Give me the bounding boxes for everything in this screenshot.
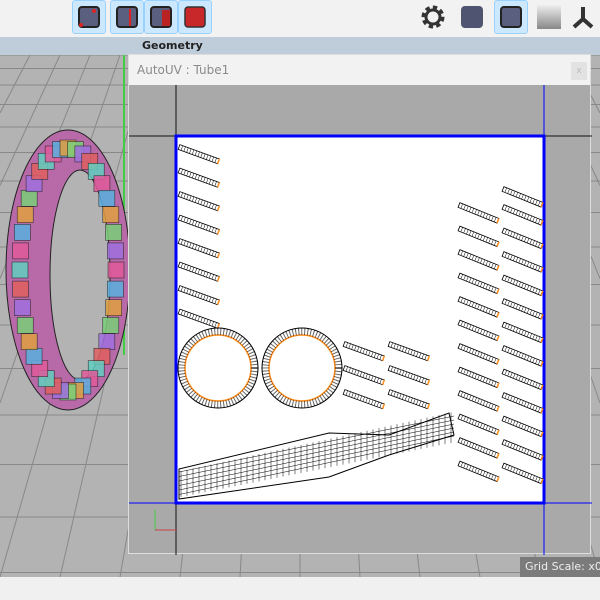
object-select-icon: [184, 6, 206, 28]
vertex-select-icon: [78, 6, 100, 28]
uv-editor-canvas[interactable]: [129, 85, 592, 555]
settings-button[interactable]: [416, 0, 450, 34]
edge-select-icon: [116, 6, 138, 28]
face-select-icon: [150, 6, 172, 28]
toolbar: [0, 0, 600, 37]
object-select-button[interactable]: [178, 0, 212, 34]
close-button[interactable]: x: [571, 62, 587, 80]
edge-select-button[interactable]: [110, 0, 144, 34]
wireframe-cube-icon: [500, 6, 522, 28]
checker-floor-icon: [537, 5, 561, 29]
floor-button[interactable]: [532, 0, 566, 34]
status-bar: [0, 577, 600, 600]
autouv-dialog: AutoUV : Tube1 x: [128, 54, 592, 555]
shaded-button[interactable]: [455, 0, 489, 34]
vertex-select-button[interactable]: [72, 0, 106, 34]
section-header: Geometry: [0, 37, 600, 55]
shaded-cube-icon: [461, 6, 483, 28]
dialog-title: AutoUV : Tube1: [129, 55, 590, 85]
section-title: Geometry: [142, 39, 203, 52]
grid-scale-label: Grid Scale: x0.1: [520, 557, 600, 577]
gear-icon: [421, 5, 445, 29]
axis-gizmo-icon: [572, 7, 594, 29]
wireframe-button[interactable]: [494, 0, 528, 34]
face-select-button[interactable]: [144, 0, 178, 34]
torus-mesh: [5, 129, 131, 411]
axis-button[interactable]: [566, 0, 600, 34]
